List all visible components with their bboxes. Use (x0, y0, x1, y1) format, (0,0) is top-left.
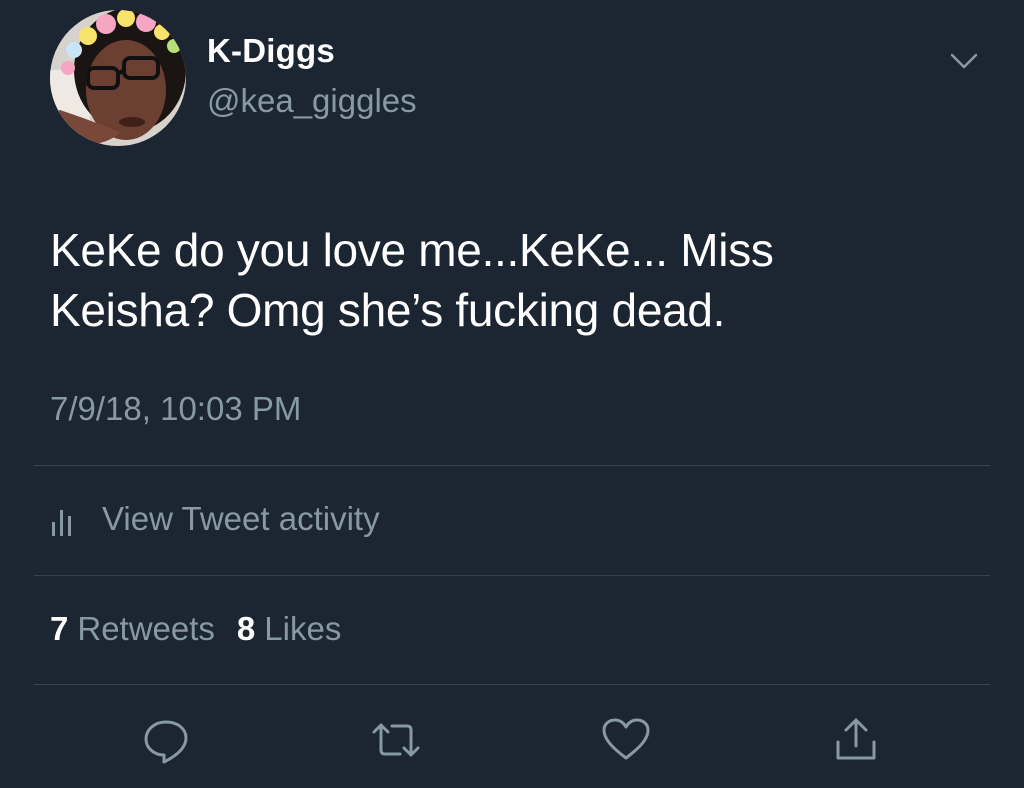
retweet-icon[interactable] (370, 714, 422, 766)
avatar[interactable] (50, 10, 186, 146)
reply-icon[interactable] (140, 714, 192, 766)
likes-label: Likes (264, 610, 342, 647)
likes-stat[interactable]: 8 Likes (237, 610, 341, 648)
tweet-actions-bar (0, 710, 1024, 770)
chevron-down-icon[interactable] (946, 46, 982, 76)
view-tweet-activity-link[interactable]: View Tweet activity (50, 496, 380, 542)
tweet-text-line: Keisha? Omg she’s fucking dead. (50, 284, 726, 336)
divider (34, 465, 990, 466)
tweet-header: K-Diggs @kea_giggles (50, 10, 990, 150)
retweets-count: 7 (50, 610, 69, 647)
tweet-text: KeKe do you love me...KeKe... Miss Keish… (50, 220, 970, 340)
user-handle[interactable]: @kea_giggles (207, 82, 417, 120)
retweets-label: Retweets (77, 610, 215, 647)
bar-chart-icon (50, 502, 74, 536)
tweet-detail: K-Diggs @kea_giggles KeKe do you love me… (0, 0, 1024, 788)
divider (34, 684, 990, 685)
tweet-timestamp: 7/9/18, 10:03 PM (50, 390, 302, 427)
tweet-text-line: KeKe do you love me...KeKe... Miss (50, 224, 774, 276)
avatar-image (50, 10, 186, 146)
divider (34, 575, 990, 576)
share-icon[interactable] (830, 714, 882, 766)
display-name[interactable]: K-Diggs (207, 32, 335, 70)
retweets-stat[interactable]: 7 Retweets (50, 610, 215, 648)
tweet-stats: 7 Retweets 8 Likes (50, 610, 363, 648)
heart-icon[interactable] (600, 714, 652, 766)
likes-count: 8 (236, 610, 256, 647)
view-tweet-activity-label: View Tweet activity (102, 500, 380, 537)
